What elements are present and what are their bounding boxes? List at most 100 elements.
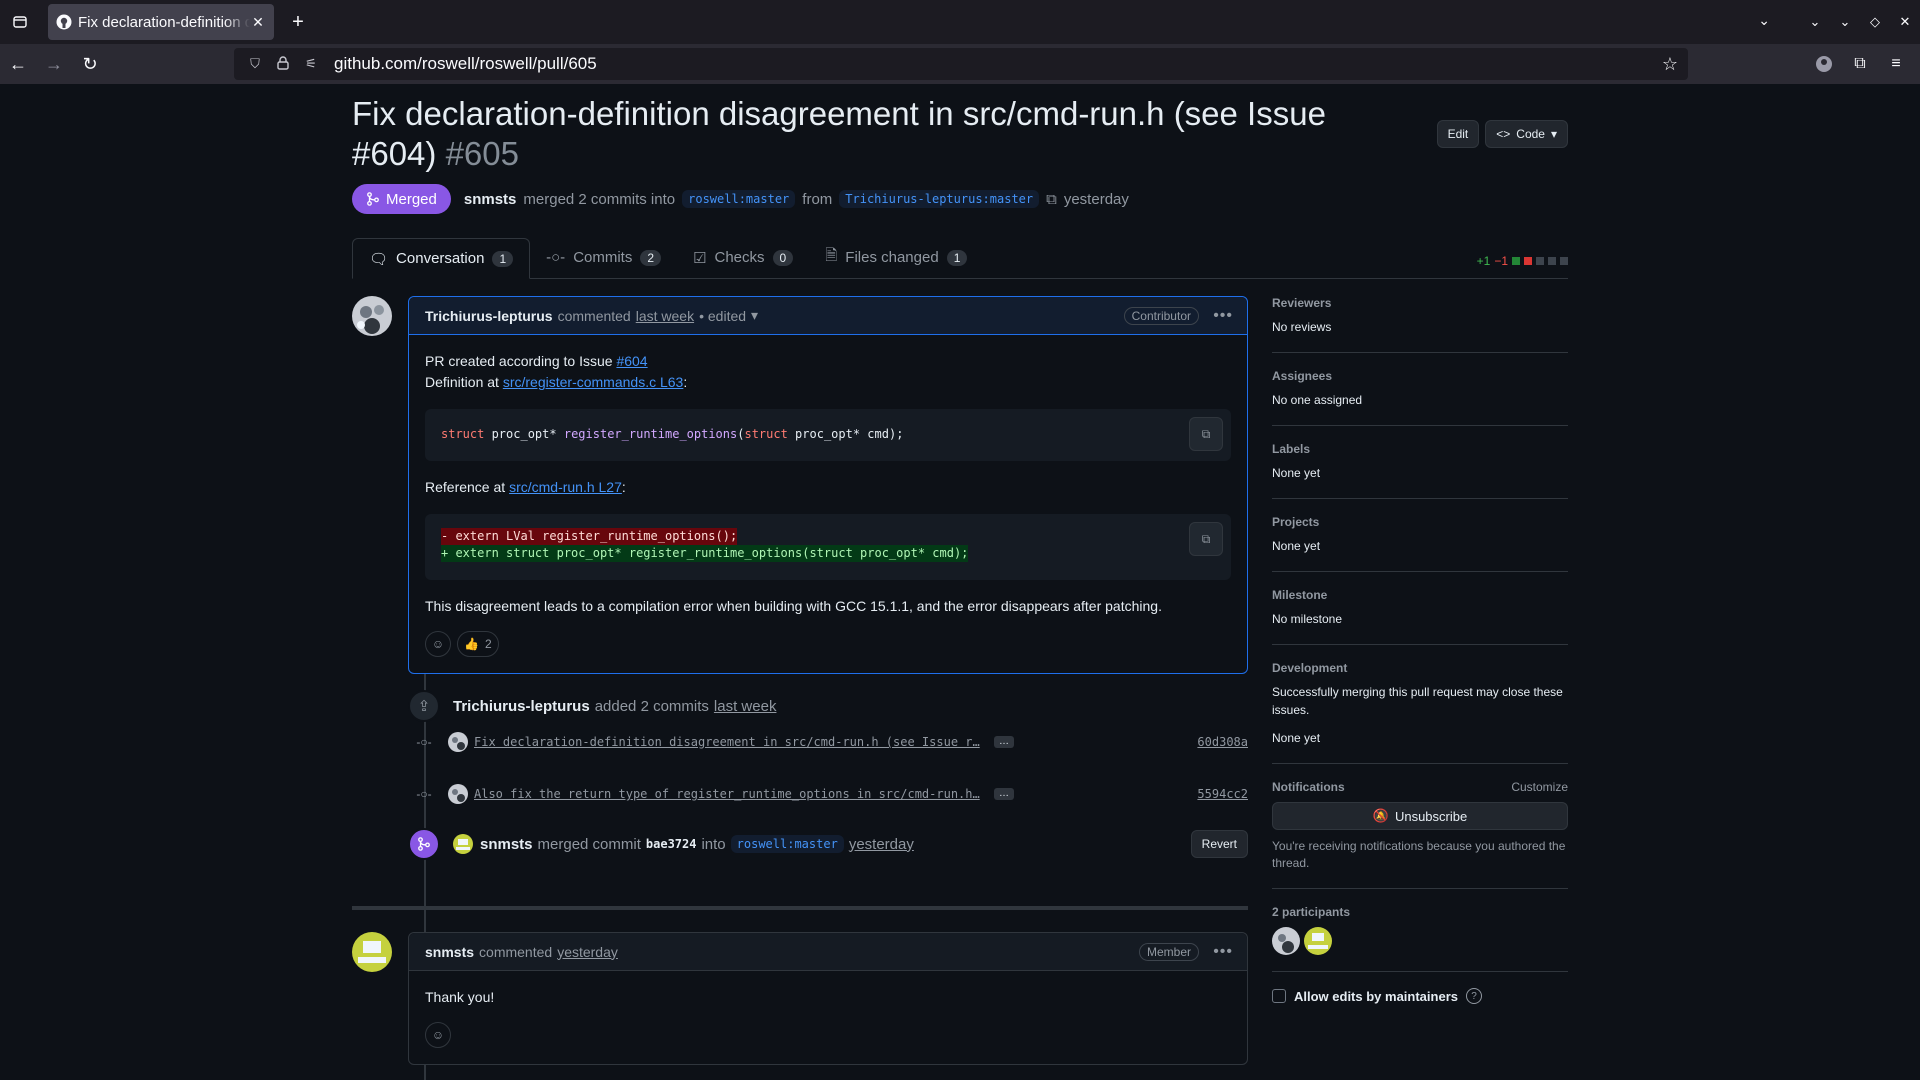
avatar[interactable] xyxy=(1304,927,1332,955)
diffstat-block-neutral xyxy=(1560,257,1568,265)
tab-files-changed[interactable]: 🗎 Files changed 1 xyxy=(809,237,983,278)
allow-edits-label[interactable]: Allow edits by maintainers xyxy=(1294,989,1458,1004)
role-badge: Contributor xyxy=(1123,306,1199,325)
base-branch[interactable]: roswell:master xyxy=(730,835,844,853)
commit-message[interactable]: Also fix the return type of register_run… xyxy=(474,787,980,801)
allow-edits-checkbox[interactable] xyxy=(1272,989,1286,1003)
tab-overflow-icon[interactable]: ⌄ xyxy=(1758,12,1770,29)
comment-author[interactable]: Trichiurus-lepturus xyxy=(425,308,553,324)
merge-commit-sha[interactable]: bae3724 xyxy=(646,837,697,851)
commit-sha[interactable]: 5594cc2 xyxy=(1197,787,1248,801)
comment-author[interactable]: snmsts xyxy=(425,944,474,960)
permissions-icon[interactable]: ⚟ xyxy=(300,56,322,72)
pr-author[interactable]: snmsts xyxy=(464,191,517,208)
tab-list-icon[interactable] xyxy=(0,0,40,44)
comment-time[interactable]: last week xyxy=(636,308,694,324)
avatar[interactable] xyxy=(1272,927,1300,955)
sidebar-development: Development Successfully merging this pu… xyxy=(1272,645,1568,764)
event-time[interactable]: yesterday xyxy=(849,836,914,853)
url-bar[interactable]: ⛉ ⚟ github.com/roswell/roswell/pull/605 … xyxy=(234,48,1688,80)
sidebar-title[interactable]: Milestone xyxy=(1272,588,1568,602)
avatar[interactable] xyxy=(352,932,392,972)
event-author[interactable]: Trichiurus-lepturus xyxy=(453,698,590,715)
tab-counter: 2 xyxy=(640,249,662,266)
commit-sha[interactable]: 60d308a xyxy=(1197,735,1248,749)
minimize-icon[interactable]: ⌄ xyxy=(1830,14,1860,30)
comment-text: PR created according to Issue xyxy=(425,353,613,369)
tab-commits[interactable]: -○- Commits 2 xyxy=(530,237,677,278)
kebab-menu-icon[interactable]: ••• xyxy=(1213,943,1233,961)
reload-icon[interactable]: ↻ xyxy=(72,48,108,80)
back-icon[interactable]: ← xyxy=(0,48,36,80)
url-text[interactable]: github.com/roswell/roswell/pull/605 xyxy=(334,54,1662,74)
close-window-icon[interactable]: ✕ xyxy=(1890,14,1920,30)
lock-icon[interactable] xyxy=(272,55,294,73)
sidebar-notifications: Notifications Customize 🔕 Unsubscribe Yo… xyxy=(1272,764,1568,889)
menu-icon[interactable]: ≡ xyxy=(1878,48,1914,80)
comment-time[interactable]: yesterday xyxy=(557,944,618,960)
restore-icon[interactable]: ◇ xyxy=(1860,14,1890,30)
add-reaction-button[interactable]: ☺ xyxy=(425,631,451,657)
avatar[interactable] xyxy=(448,732,468,752)
event-author[interactable]: snmsts xyxy=(480,836,533,853)
tab-conversation[interactable]: 🗨 Conversation 1 xyxy=(352,238,531,279)
tab-counter: 0 xyxy=(772,249,794,266)
window-controls: ⌄ ⌄ ◇ ✕ xyxy=(1800,0,1920,44)
comment-action: commented xyxy=(557,307,631,324)
close-tab-icon[interactable]: ✕ xyxy=(250,14,266,31)
conversation-icon: 🗨 xyxy=(369,250,389,268)
participants-list xyxy=(1272,927,1568,955)
revert-button[interactable]: Revert xyxy=(1190,830,1248,858)
browser-tab-active[interactable]: Fix declaration-definition disagreement … xyxy=(48,4,274,40)
customize-link[interactable]: Customize xyxy=(1511,780,1568,794)
definition-link[interactable]: src/register-commands.c L63 xyxy=(503,374,684,390)
pr-meta: Merged snmsts merged 2 commits into rosw… xyxy=(352,184,1129,214)
new-tab-icon[interactable]: + xyxy=(282,6,314,38)
thumbs-up-reaction[interactable]: 👍 2 xyxy=(457,631,499,657)
avatar[interactable] xyxy=(453,834,473,854)
avatar[interactable] xyxy=(448,784,468,804)
sidebar-labels: Labels None yet xyxy=(1272,426,1568,499)
reactions: ☺ xyxy=(425,1022,1231,1048)
revert-button-label: Revert xyxy=(1201,837,1237,851)
diffstat[interactable]: +1 −1 xyxy=(1477,254,1568,268)
diffstat-block-neutral xyxy=(1548,257,1556,265)
head-branch[interactable]: Trichiurus-lepturus:master xyxy=(839,190,1040,208)
shield-icon[interactable]: ⛉ xyxy=(244,56,266,72)
caret-down-icon[interactable]: ▾ xyxy=(751,307,758,324)
sidebar-title-text: Assignees xyxy=(1272,369,1333,383)
expand-commit-button[interactable]: … xyxy=(994,736,1014,748)
kebab-menu-icon[interactable]: ••• xyxy=(1213,307,1233,325)
reference-link[interactable]: src/cmd-run.h L27 xyxy=(509,479,622,495)
event-time[interactable]: last week xyxy=(714,698,777,715)
sidebar-title[interactable]: Reviewers xyxy=(1272,296,1568,310)
base-branch[interactable]: roswell:master xyxy=(682,190,796,208)
copy-icon[interactable]: ⧉ xyxy=(1189,417,1223,451)
commit-message[interactable]: Fix declaration-definition disagreement … xyxy=(474,735,980,749)
expand-commit-button[interactable]: … xyxy=(994,788,1014,800)
copy-icon[interactable]: ⧉ xyxy=(1189,522,1223,556)
issue-link[interactable]: #604 xyxy=(616,353,647,369)
sidebar-title[interactable]: Development xyxy=(1272,661,1568,675)
question-icon[interactable]: ? xyxy=(1466,988,1482,1004)
account-icon[interactable] xyxy=(1806,48,1842,80)
unsubscribe-button[interactable]: 🔕 Unsubscribe xyxy=(1272,802,1568,830)
add-reaction-button[interactable]: ☺ xyxy=(425,1022,451,1048)
list-all-tabs-icon[interactable]: ⌄ xyxy=(1800,14,1830,30)
edit-button[interactable]: Edit xyxy=(1436,120,1480,148)
sidebar-title[interactable]: Assignees xyxy=(1272,369,1568,383)
copy-branch-icon[interactable]: ⧉ xyxy=(1046,191,1057,208)
merge-icon xyxy=(408,828,440,860)
code-function: register_runtime_options xyxy=(563,427,738,441)
avatar[interactable] xyxy=(352,296,392,336)
tab-label: Checks xyxy=(714,249,765,266)
code-button[interactable]: <> Code ▾ xyxy=(1485,120,1568,148)
bookmark-star-icon[interactable]: ☆ xyxy=(1662,54,1678,75)
sidebar-title[interactable]: Projects xyxy=(1272,515,1568,529)
tab-checks[interactable]: ☑ Checks 0 xyxy=(677,237,809,278)
edited-dropdown[interactable]: • edited xyxy=(699,308,746,324)
extensions-icon[interactable]: ⧉ xyxy=(1842,48,1878,80)
sidebar-title[interactable]: Labels xyxy=(1272,442,1568,456)
commit-row: -○- Fix declaration-definition disagreem… xyxy=(408,730,1248,754)
forward-icon[interactable]: → xyxy=(36,48,72,80)
